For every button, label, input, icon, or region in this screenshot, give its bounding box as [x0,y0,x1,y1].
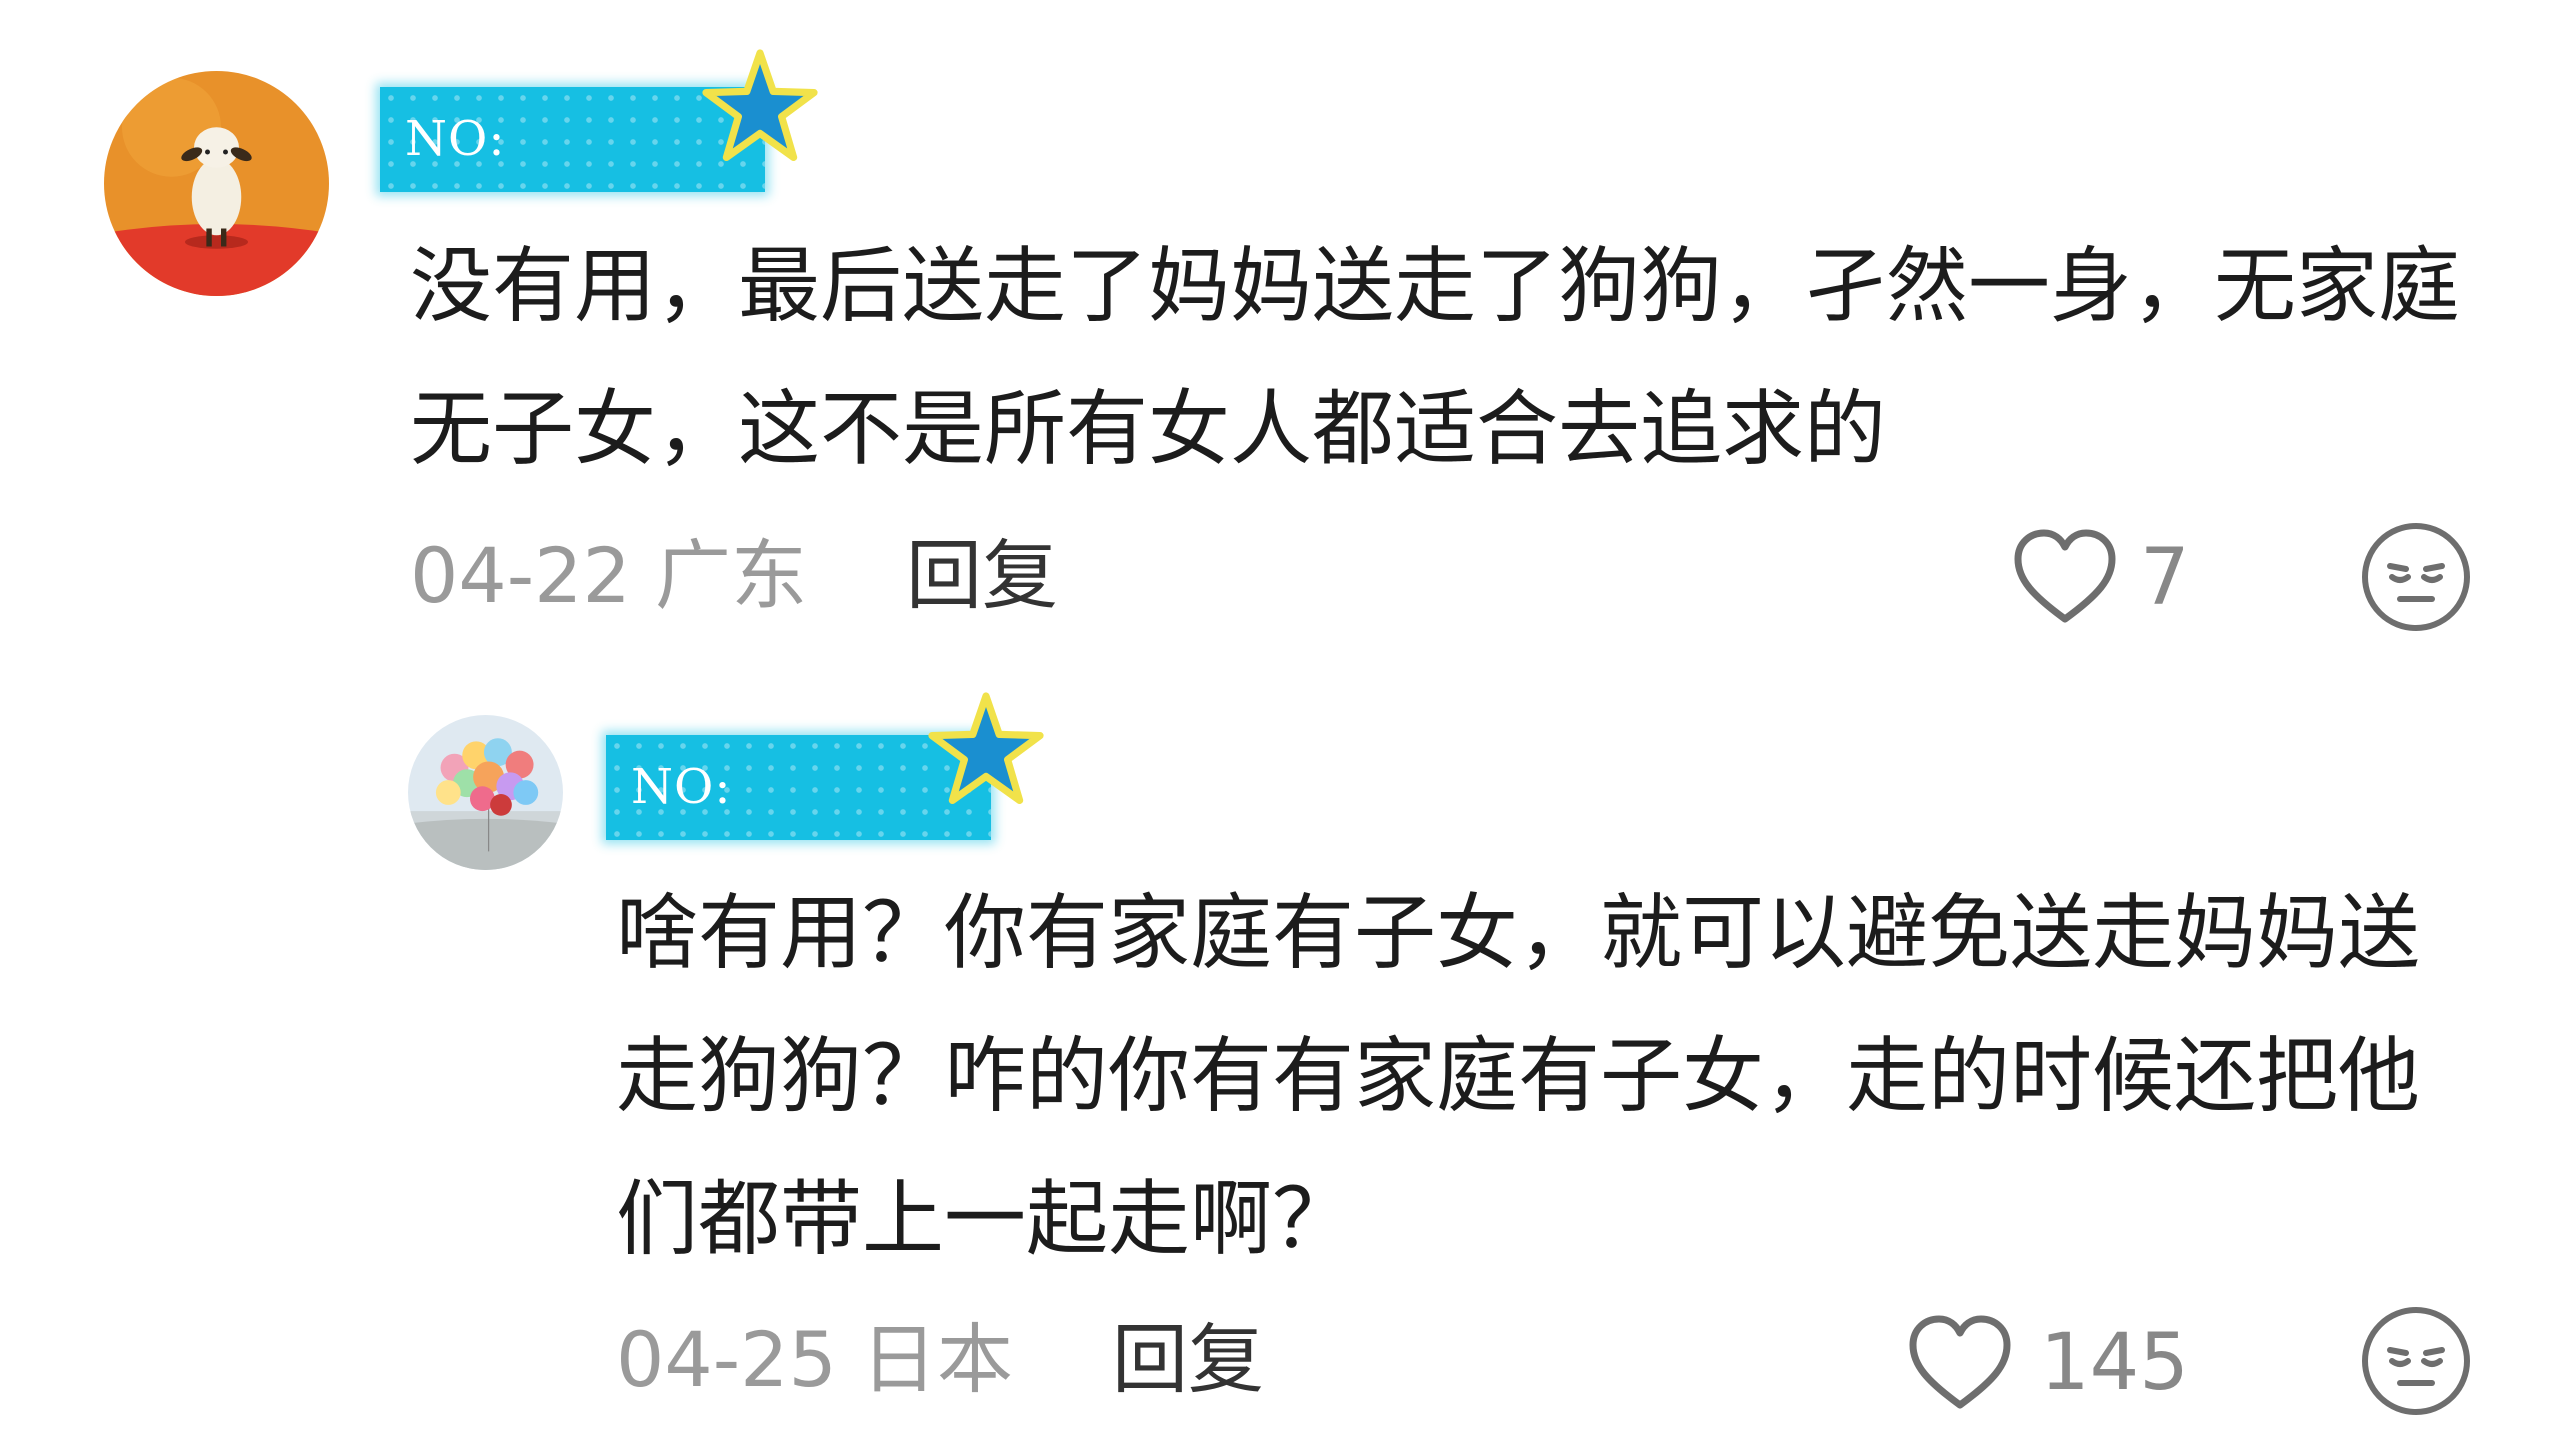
reply-button[interactable]: 回复 [1112,1310,1264,1410]
sheep-avatar-icon[interactable] [104,71,329,296]
star-icon [928,692,1044,804]
expressionless-face-icon[interactable] [2360,521,2472,633]
username[interactable]: NO: [631,735,732,840]
username-badge[interactable]: NO: [606,692,1044,840]
username[interactable]: NO: [405,87,506,192]
comment-text: 没有用，最后送走了妈妈送走了狗狗，孑然一身，无家庭无子女，这不是所有女人都适合去… [410,239,2461,477]
expressionless-face-icon[interactable] [2360,1305,2472,1417]
balloons-avatar-icon[interactable] [408,715,563,870]
star-icon [702,49,818,161]
like-count: 145 [2040,1318,2189,1408]
comment-date-location: 04-25 日本 [616,1315,1013,1404]
username-badge[interactable]: NO: [380,49,818,192]
comment-date-location: 04-22 广东 [410,531,807,620]
heart-outline-icon[interactable] [2010,527,2120,627]
reply-button[interactable]: 回复 [906,526,1058,626]
like-count: 7 [2140,533,2190,623]
heart-outline-icon[interactable] [1905,1313,2015,1413]
comment-text: 啥有用？你有家庭有子女，就可以避免送走妈妈送走狗狗？咋的你有有家庭有子女，走的时… [616,886,2421,1267]
